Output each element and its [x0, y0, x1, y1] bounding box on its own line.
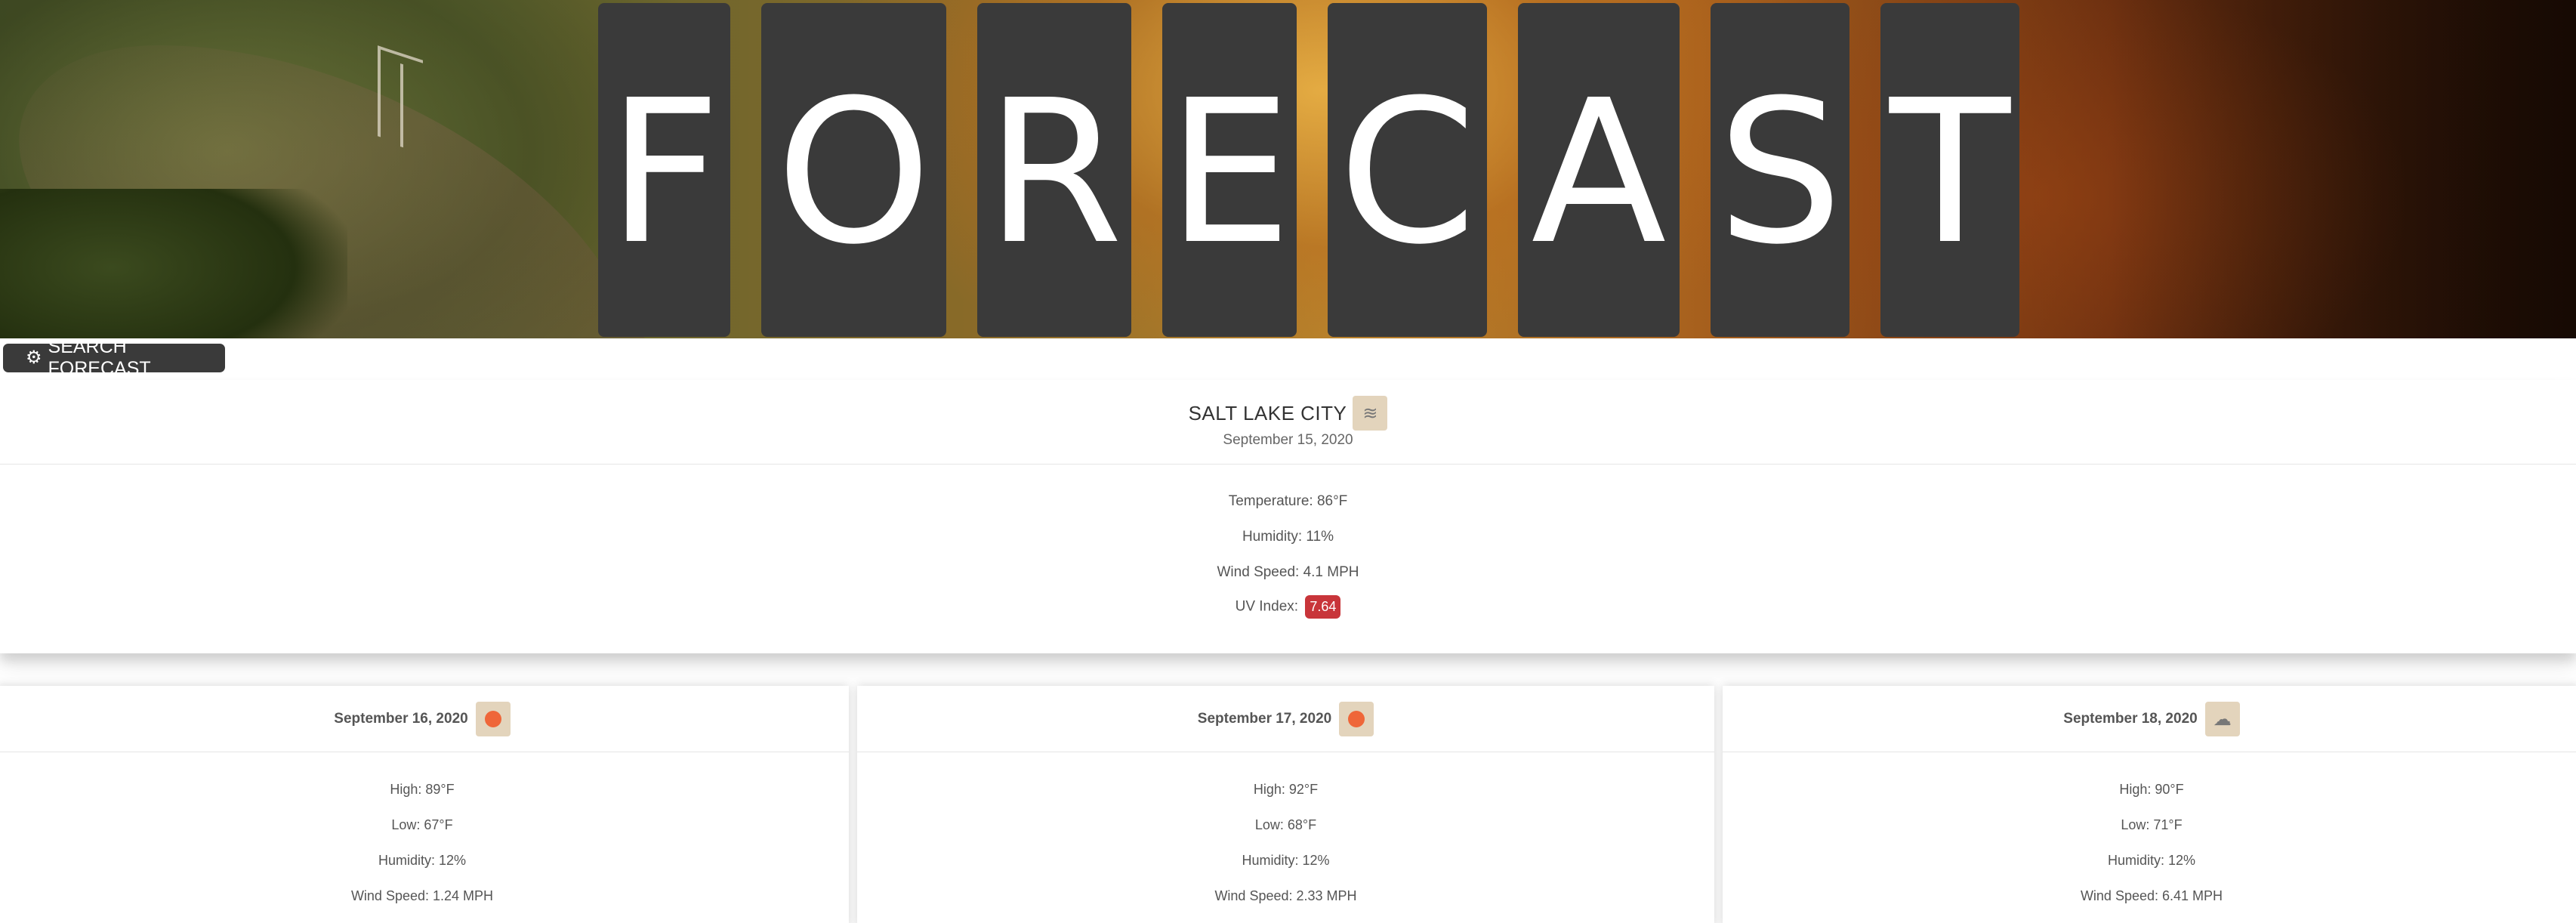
- haze-icon: ≋: [1353, 396, 1388, 431]
- forecast-wind-speed: Wind Speed: 6.41 MPH: [2080, 888, 2223, 903]
- forecast-high: High: 89°F: [390, 782, 455, 797]
- title-letter: O: [776, 57, 932, 288]
- gear-icon: ⚙: [26, 347, 42, 368]
- current-date: September 15, 2020: [1223, 432, 1353, 448]
- forecast-date: September 17, 2020: [1197, 711, 1332, 727]
- title-letter: C: [1338, 57, 1476, 288]
- uv-index-label: UV Index:: [1235, 598, 1299, 615]
- title-letter-tile: F: [598, 3, 730, 337]
- sun-icon: [1339, 702, 1374, 736]
- current-temperature: Temperature: 86°F: [1228, 493, 1348, 509]
- sun-icon: [475, 702, 511, 736]
- title-letter-tile: E: [1162, 3, 1297, 337]
- title-letter: T: [1889, 57, 2011, 288]
- partly-cloudy-icon: ☁: [2204, 702, 2240, 736]
- title-letter: A: [1531, 57, 1667, 288]
- title-letter-tile: T: [1880, 3, 2019, 337]
- forecast-wind-speed: Wind Speed: 2.33 MPH: [1214, 888, 1357, 903]
- title-letter: E: [1167, 57, 1292, 288]
- title-letter-tile: C: [1328, 3, 1487, 337]
- forecast-wind-speed: Wind Speed: 1.24 MPH: [350, 888, 494, 903]
- current-weather-header: SALT LAKE CITY ≋ September 15, 2020: [0, 380, 2576, 465]
- forecast-card: September 18, 2020 ☁ High: 90°F Low: 71°…: [1723, 686, 2576, 923]
- forecast-card-header: September 18, 2020 ☁: [1723, 686, 2576, 752]
- title-letter: F: [607, 57, 721, 288]
- forecast-card: September 17, 2020 High: 92°F Low: 68°F …: [857, 686, 1714, 923]
- title-letter-tile: A: [1518, 3, 1680, 337]
- title-letter-tile: O: [761, 3, 946, 337]
- forecast-humidity: Humidity: 12%: [2107, 853, 2196, 868]
- search-forecast-button[interactable]: ⚙ SEARCH FORECAST: [3, 336, 225, 379]
- title-letter: S: [1717, 57, 1843, 288]
- search-forecast-label: SEARCH FORECAST: [48, 336, 151, 379]
- city-name: SALT LAKE CITY: [1188, 401, 1347, 424]
- uv-index-badge: 7.64: [1305, 595, 1341, 619]
- current-uv-index: UV Index: 7.64: [0, 595, 2576, 619]
- title-letter-tile: S: [1711, 3, 1849, 337]
- current-humidity: Humidity: 11%: [1242, 529, 1334, 545]
- forecast-card-header: September 17, 2020: [857, 686, 1714, 752]
- forecast-title: F O R E C A S T: [0, 0, 2576, 338]
- forecast-date: September 16, 2020: [334, 711, 468, 727]
- forecast-high: High: 92°F: [1253, 782, 1319, 797]
- hero-banner: F O R E C A S T: [0, 0, 2576, 338]
- forecast-date: September 18, 2020: [2063, 711, 2198, 727]
- current-wind-speed: Wind Speed: 4.1 MPH: [1217, 564, 1359, 580]
- forecast-low: Low: 68°F: [1254, 817, 1317, 832]
- forecast-card: September 16, 2020 High: 89°F Low: 67°F …: [0, 686, 849, 923]
- title-letter-tile: R: [977, 3, 1131, 337]
- forecast-high: High: 90°F: [2119, 782, 2184, 797]
- forecast-low: Low: 67°F: [391, 817, 453, 832]
- current-weather-card: SALT LAKE CITY ≋ September 15, 2020 Temp…: [0, 380, 2576, 653]
- forecast-low: Low: 71°F: [2121, 817, 2183, 832]
- forecast-humidity: Humidity: 12%: [378, 853, 467, 868]
- forecast-humidity: Humidity: 12%: [1242, 853, 1330, 868]
- forecast-card-header: September 16, 2020: [0, 686, 849, 752]
- title-letter: R: [985, 57, 1124, 288]
